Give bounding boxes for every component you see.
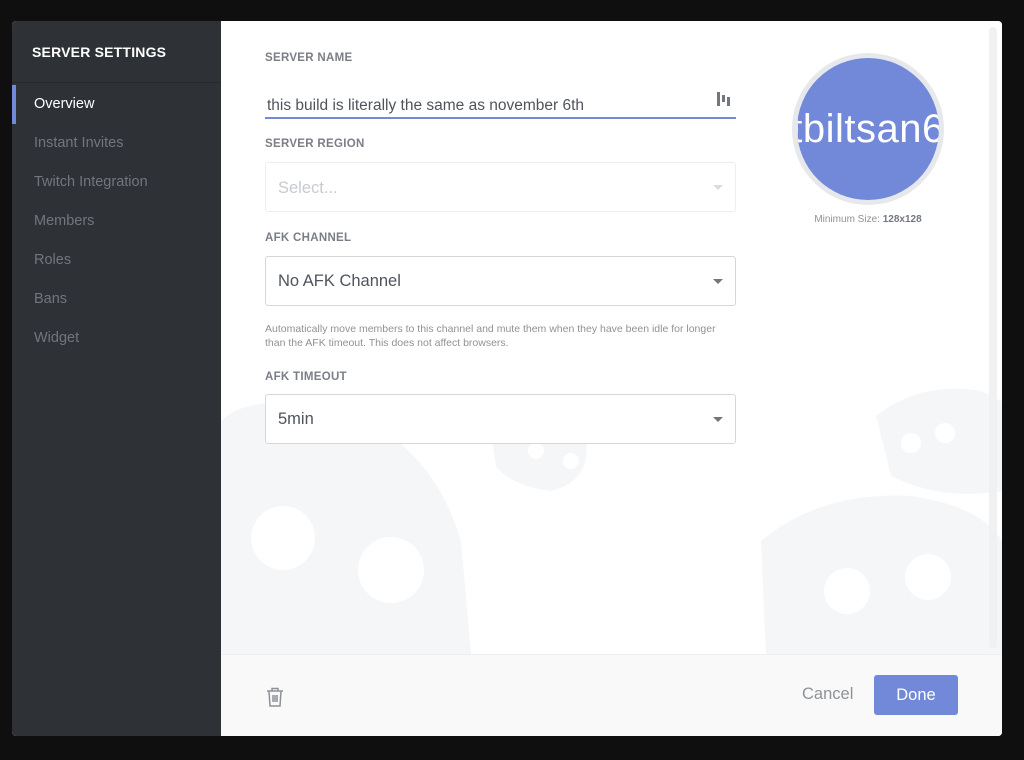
server-icon[interactable]: tbiltsan6 — [797, 58, 939, 200]
afk-channel-help: Automatically move members to this chann… — [265, 323, 716, 349]
afk-timeout-select[interactable]: 5min — [265, 394, 736, 444]
footer: Cancel Done — [221, 654, 1002, 736]
scrollbar[interactable] — [989, 27, 997, 649]
trash-icon[interactable] — [266, 687, 284, 707]
keyboard-icon[interactable] — [717, 91, 731, 107]
cancel-button[interactable]: Cancel — [802, 685, 853, 704]
min-size-label: Minimum Size: — [814, 214, 880, 225]
sidebar-item-widget[interactable]: Widget — [12, 319, 221, 358]
afk-timeout-label: AFK TIMEOUT — [265, 371, 347, 383]
chevron-down-icon — [713, 279, 723, 284]
sidebar-nav: Overview Instant Invites Twitch Integrat… — [12, 85, 221, 358]
chevron-down-icon — [713, 417, 723, 422]
server-region-placeholder: Select... — [278, 179, 338, 197]
server-name-label: SERVER NAME — [265, 52, 353, 64]
server-region-select[interactable]: Select... — [265, 162, 736, 212]
afk-channel-value: No AFK Channel — [278, 272, 401, 290]
sidebar-item-roles[interactable]: Roles — [12, 241, 221, 280]
sidebar-item-overview[interactable]: Overview — [12, 85, 221, 124]
settings-main: SERVER NAME SERVER REGION Select... AFK … — [221, 21, 1002, 736]
min-size-hint: Minimum Size: 128x128 — [792, 214, 944, 225]
afk-timeout-value: 5min — [278, 410, 314, 428]
server-region-label: SERVER REGION — [265, 138, 365, 150]
sidebar-item-instant-invites[interactable]: Instant Invites — [12, 124, 221, 163]
sidebar-item-members[interactable]: Members — [12, 202, 221, 241]
sidebar-item-twitch-integration[interactable]: Twitch Integration — [12, 163, 221, 202]
sidebar-item-bans[interactable]: Bans — [12, 280, 221, 319]
server-settings-modal: SERVER SETTINGS Overview Instant Invites… — [12, 21, 1002, 736]
min-size-value: 128x128 — [882, 214, 922, 225]
sidebar: SERVER SETTINGS Overview Instant Invites… — [12, 21, 221, 736]
sidebar-title: SERVER SETTINGS — [12, 21, 221, 83]
done-button[interactable]: Done — [874, 675, 958, 715]
chevron-down-icon — [713, 185, 723, 190]
server-icon-upload[interactable]: tbiltsan6 — [792, 53, 944, 205]
server-icon-initials: tbiltsan6 — [797, 106, 939, 151]
server-name-input[interactable] — [265, 95, 736, 119]
afk-channel-select[interactable]: No AFK Channel — [265, 256, 736, 306]
afk-channel-label: AFK CHANNEL — [265, 232, 352, 244]
